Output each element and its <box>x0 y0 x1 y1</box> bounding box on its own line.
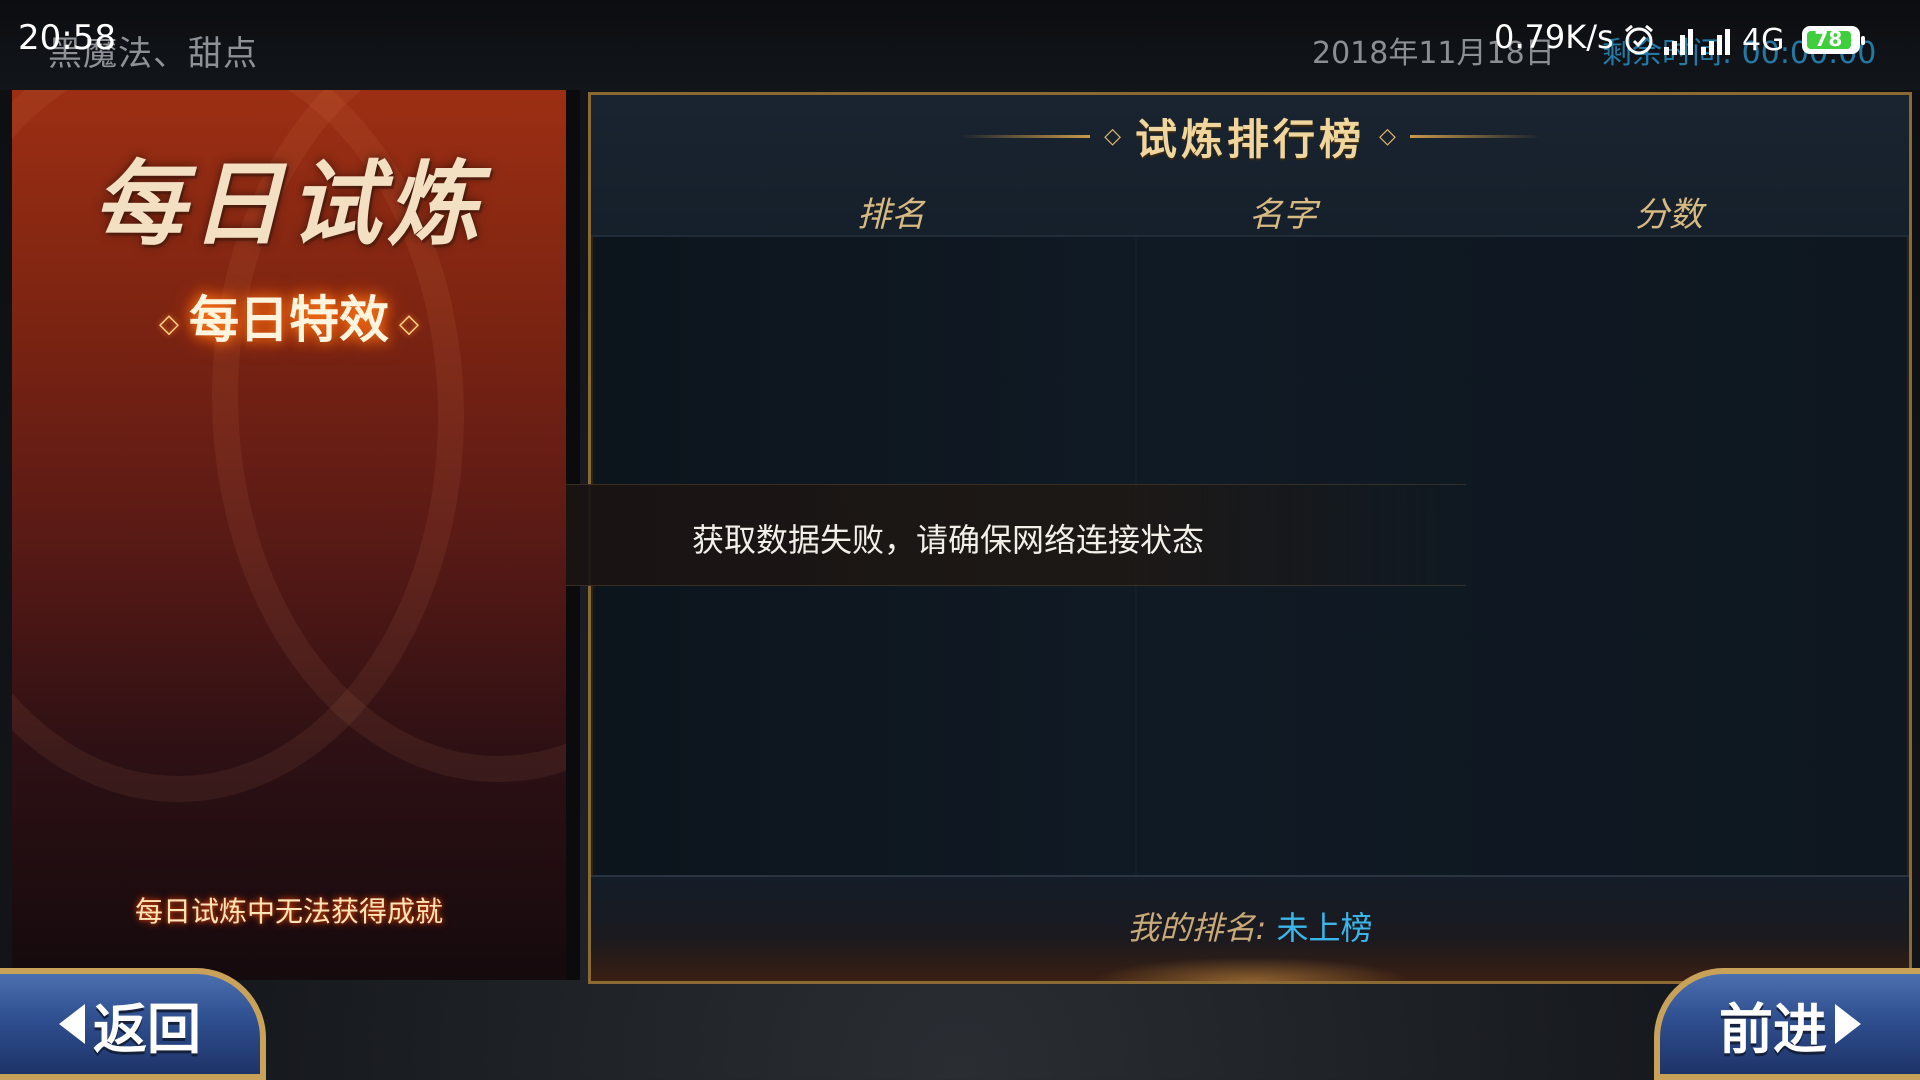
my-rank-label: 我的排名: <box>1127 909 1267 947</box>
column-header-name: 名字 <box>1249 195 1317 235</box>
leaderboard-header: ◇ 试炼排行榜 ◇ 排名 名字 分数 <box>591 95 1909 237</box>
error-toast: 获取数据失败，请确保网络连接状态 <box>566 484 1466 586</box>
diamond-icon: ◇ <box>1104 123 1121 149</box>
column-header-rank: 排名 <box>857 195 925 235</box>
leaderboard-title: 试炼排行榜 <box>1134 114 1365 164</box>
alarm-icon <box>1625 24 1653 55</box>
signal-icon <box>1664 25 1693 55</box>
forward-button[interactable]: 前进 <box>1654 968 1920 1080</box>
divider <box>960 134 1091 138</box>
daily-trial-panel: 每日试炼 ◇ 每日特效 ◇ 每日试炼中无法获得成就 <box>12 90 580 980</box>
leaderboard-title-row: ◇ 试炼排行榜 ◇ <box>591 111 1909 164</box>
ornament <box>1091 957 1411 981</box>
daily-effect-text: 每日特效 <box>189 291 389 349</box>
my-rank: 我的排名: 未上榜 <box>591 903 1909 949</box>
battery-level: 78 <box>1814 27 1843 51</box>
my-rank-value: 未上榜 <box>1276 909 1373 947</box>
status-bar: 黑魔法、甜点 20:58 2018年11月18日 剩余时间: 00:00:00 … <box>0 0 1920 90</box>
arrow-left-icon <box>59 1004 85 1044</box>
my-rank-bar: 我的排名: 未上榜 <box>591 875 1909 981</box>
back-button-label: 返回 <box>93 996 201 1061</box>
status-icons: 4G 78 <box>1622 20 1866 60</box>
signal-icon <box>1701 25 1730 55</box>
diamond-icon: ◇ <box>159 308 179 339</box>
diamond-icon: ◇ <box>399 308 419 339</box>
diamond-icon: ◇ <box>1379 123 1396 149</box>
battery-icon: 78 <box>1802 26 1866 54</box>
panel-title: 每日试炼 <box>92 150 485 258</box>
column-header-score: 分数 <box>1635 195 1703 235</box>
back-button[interactable]: 返回 <box>0 968 266 1080</box>
achievement-note: 每日试炼中无法获得成就 <box>134 895 443 928</box>
forward-button-label: 前进 <box>1719 996 1827 1061</box>
divider <box>1409 134 1540 138</box>
daily-effect-label: ◇ 每日特效 ◇ <box>12 280 566 352</box>
arrow-right-icon <box>1835 1004 1861 1044</box>
network-speed: 0.79K/s <box>1494 18 1614 56</box>
network-type: 4G <box>1742 22 1785 58</box>
error-message: 获取数据失败，请确保网络连接状态 <box>692 521 1205 559</box>
clock-time: 20:58 <box>18 18 116 58</box>
